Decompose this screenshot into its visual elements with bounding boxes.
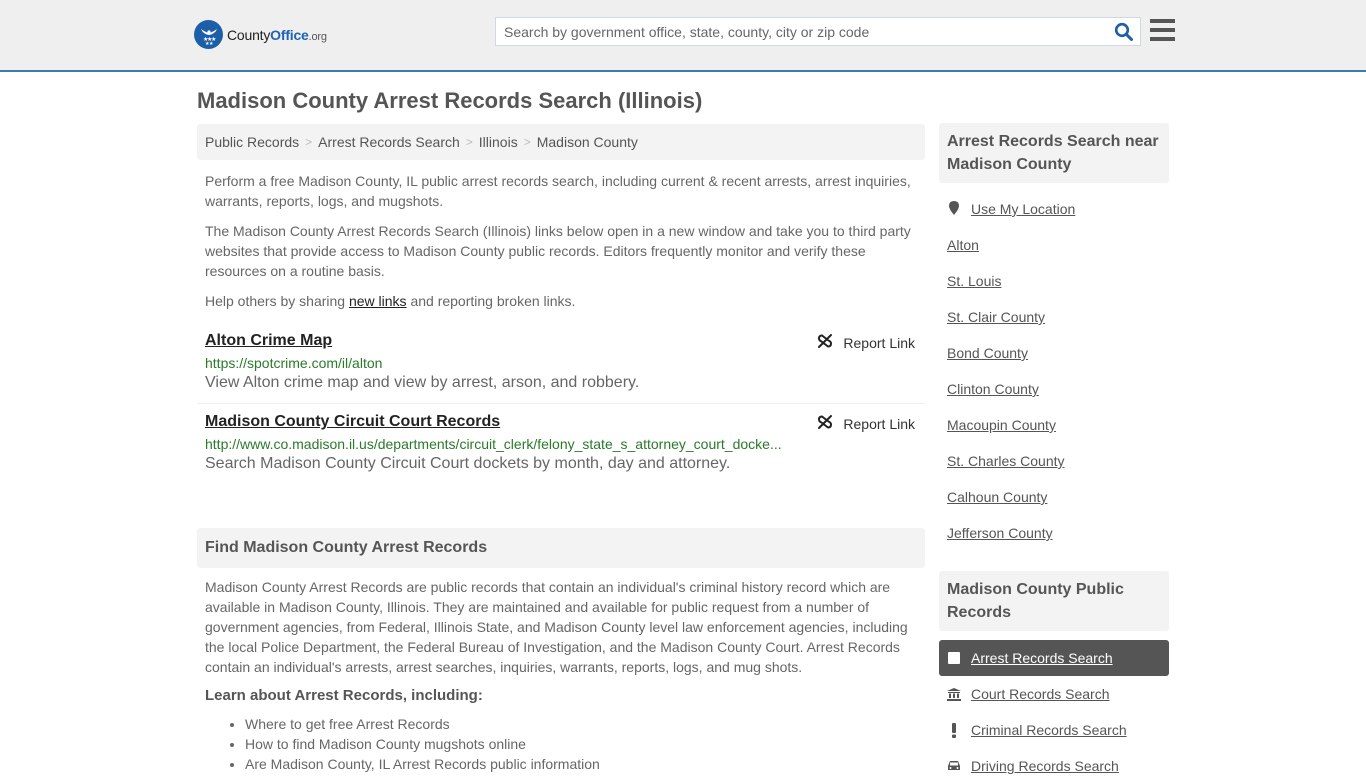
nearby-item: St. Louis — [939, 263, 1169, 299]
courthouse-icon — [947, 687, 961, 701]
nearby-item: Clinton County — [939, 371, 1169, 407]
nearby-link-st-clair-county[interactable]: St. Clair County — [947, 309, 1045, 325]
search-box — [495, 17, 1141, 46]
map-marker-icon — [947, 200, 961, 219]
intro: Perform a free Madison County, IL public… — [197, 171, 925, 311]
site-header: ★ ★ ★ ★ ★ CountyOffice.org — [0, 0, 1366, 72]
square-icon — [947, 652, 961, 664]
site-logo[interactable]: ★ ★ ★ ★ ★ CountyOffice.org — [194, 20, 327, 49]
report-link-label: Report Link — [843, 334, 915, 351]
report-link-label: Report Link — [843, 415, 915, 432]
nearby-link-st-louis[interactable]: St. Louis — [947, 273, 1001, 289]
logo-text-county: County — [227, 26, 271, 43]
public-records-item-arrest[interactable]: Arrest Records Search — [939, 640, 1169, 676]
nearby-item: Calhoun County — [939, 479, 1169, 515]
page-title: Madison County Arrest Records Search (Il… — [197, 88, 703, 113]
breadcrumb-arrest-records-search[interactable]: Arrest Records Search — [318, 134, 460, 150]
nearby-link-st-charles-county[interactable]: St. Charles County — [947, 453, 1065, 469]
logo-text-org: .org — [308, 30, 327, 43]
logo-text: CountyOffice.org — [227, 27, 327, 43]
nearby-item: St. Clair County — [939, 299, 1169, 335]
public-records-list: Arrest Records Search Court Records Sear… — [939, 640, 1169, 784]
find-section-heading: Find Madison County Arrest Records — [197, 528, 925, 568]
sidebar: Arrest Records Search near Madison Count… — [939, 123, 1169, 784]
criminal-records-search-link[interactable]: Criminal Records Search — [971, 722, 1127, 738]
learn-list-item: Are Madison County, IL Arrest Records pu… — [245, 754, 917, 774]
learn-list-item: Where to get free Arrest Records — [245, 714, 917, 734]
nearby-heading: Arrest Records Search near Madison Count… — [939, 123, 1169, 183]
breadcrumb-illinois[interactable]: Illinois — [479, 134, 518, 150]
resource-link-description: View Alton crime map and view by arrest,… — [205, 374, 640, 391]
report-link-button[interactable]: Report Link — [817, 333, 915, 352]
nearby-link-macoupin-county[interactable]: Macoupin County — [947, 417, 1056, 433]
resource-link-item: Madison County Circuit Court Records htt… — [197, 404, 925, 484]
use-my-location-link[interactable]: Use My Location — [971, 201, 1075, 217]
nearby-link-calhoun-county[interactable]: Calhoun County — [947, 489, 1047, 505]
nearby-link-bond-county[interactable]: Bond County — [947, 345, 1028, 361]
search-icon[interactable] — [1114, 22, 1134, 42]
nearby-item: Bond County — [939, 335, 1169, 371]
share-text-after: and reporting broken links. — [406, 293, 576, 309]
resource-link-title[interactable]: Madison County Circuit Court Records — [205, 413, 500, 431]
breadcrumb-separator-icon: > — [305, 135, 313, 149]
intro-paragraph: Perform a free Madison County, IL public… — [205, 173, 911, 209]
public-records-item-criminal[interactable]: Criminal Records Search — [939, 712, 1169, 748]
resource-links: Alton Crime Map https://spotcrime.com/il… — [197, 323, 925, 484]
public-records-item-court[interactable]: Court Records Search — [939, 676, 1169, 712]
new-links-link[interactable]: new links — [349, 293, 407, 309]
learn-list-item: How to find Madison County mugshots onli… — [245, 734, 917, 754]
broken-link-icon — [817, 414, 843, 433]
exclamation-icon — [947, 722, 961, 738]
find-section-paragraph: Madison County Arrest Records are public… — [205, 579, 908, 675]
driving-records-search-link[interactable]: Driving Records Search — [971, 758, 1119, 774]
svg-text:★: ★ — [209, 41, 214, 46]
resource-link-title[interactable]: Alton Crime Map — [205, 332, 332, 350]
use-my-location-item: Use My Location — [939, 191, 1169, 227]
breadcrumb-madison-county[interactable]: Madison County — [537, 134, 638, 150]
share-text-before: Help others by sharing — [205, 293, 349, 309]
learn-heading: Learn about Arrest Records, including: — [205, 687, 483, 704]
share-links-text: Help others by sharing new links and rep… — [205, 291, 917, 311]
breadcrumb-public-records[interactable]: Public Records — [205, 134, 299, 150]
learn-list: Where to get free Arrest Records How to … — [205, 714, 917, 774]
hamburger-menu-icon[interactable] — [1150, 19, 1175, 41]
breadcrumb-separator-icon: > — [523, 135, 531, 149]
intro-paragraph: The Madison County Arrest Records Search… — [205, 223, 911, 279]
car-icon — [947, 760, 961, 772]
logo-text-office: Office — [270, 26, 309, 43]
public-records-item-driving[interactable]: Driving Records Search — [939, 748, 1169, 784]
public-records-heading: Madison County Public Records — [939, 571, 1169, 631]
breadcrumb-separator-icon: > — [465, 135, 473, 149]
find-section-body: Madison County Arrest Records are public… — [197, 577, 925, 774]
nearby-link-alton[interactable]: Alton — [947, 237, 979, 253]
nearby-item: Jefferson County — [939, 515, 1169, 551]
resource-link-url: http://www.co.madison.il.us/departments/… — [205, 436, 782, 452]
resource-link-item: Alton Crime Map https://spotcrime.com/il… — [197, 323, 925, 404]
nearby-item: Macoupin County — [939, 407, 1169, 443]
nearby-link-jefferson-county[interactable]: Jefferson County — [947, 525, 1053, 541]
resource-link-url: https://spotcrime.com/il/alton — [205, 355, 383, 371]
eagle-stars-logo-icon: ★ ★ ★ ★ ★ — [194, 20, 223, 49]
court-records-search-link[interactable]: Court Records Search — [971, 686, 1110, 702]
breadcrumb: Public Records > Arrest Records Search >… — [197, 124, 925, 160]
nearby-item: St. Charles County — [939, 443, 1169, 479]
main-content: Public Records > Arrest Records Search >… — [197, 124, 925, 774]
resource-link-description: Search Madison County Circuit Court dock… — [205, 455, 731, 472]
broken-link-icon — [817, 333, 843, 352]
nearby-list: Use My Location Alton St. Louis St. Clai… — [939, 191, 1169, 551]
nearby-link-clinton-county[interactable]: Clinton County — [947, 381, 1039, 397]
arrest-records-search-link[interactable]: Arrest Records Search — [971, 650, 1113, 666]
search-input[interactable] — [496, 18, 1106, 45]
report-link-button[interactable]: Report Link — [817, 414, 915, 433]
nearby-item: Alton — [939, 227, 1169, 263]
